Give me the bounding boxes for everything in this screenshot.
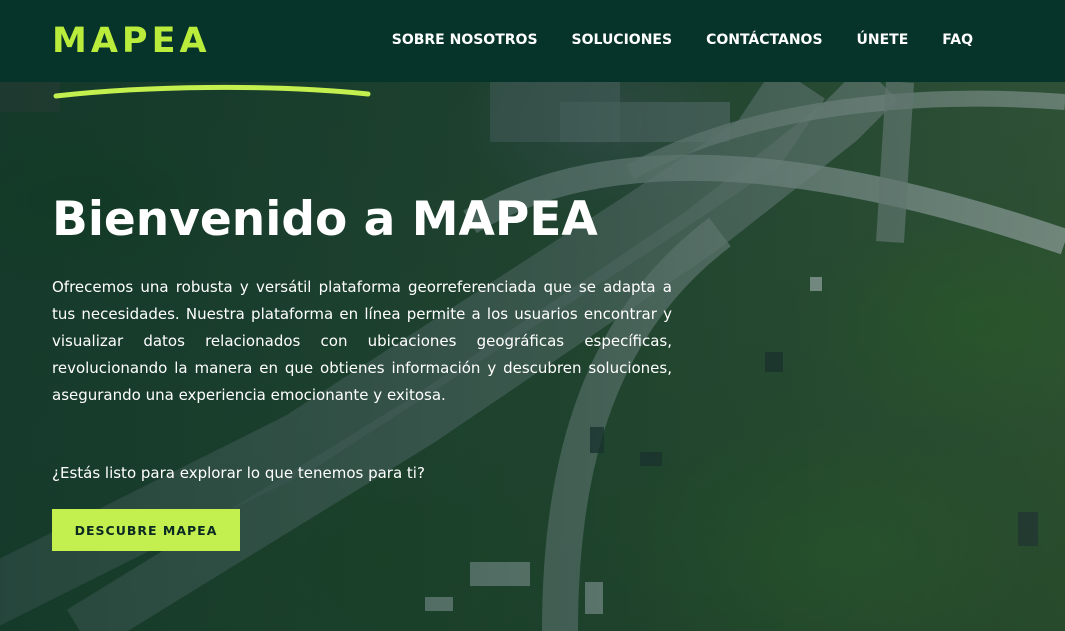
nav-link-faq[interactable]: FAQ	[942, 32, 973, 48]
hero-question: ¿Estás listo para explorar lo que tenemo…	[52, 464, 425, 482]
main-nav: SOBRE NOSOTROS SOLUCIONES CONTÁCTANOS ÚN…	[358, 32, 973, 48]
nav-link-sobre-nosotros[interactable]: SOBRE NOSOTROS	[392, 32, 538, 48]
hero-description: Ofrecemos una robusta y versátil platafo…	[52, 278, 672, 404]
title-underline-decoration	[53, 84, 371, 99]
nav-link-soluciones[interactable]: SOLUCIONES	[572, 32, 673, 48]
mapea-logo[interactable]: MAPEA	[52, 24, 211, 59]
hero-section: Bienvenido a MAPEA Ofrecemos una robusta…	[0, 82, 1065, 631]
nav-link-unete[interactable]: ÚNETE	[857, 32, 909, 48]
descubre-mapea-button[interactable]: DESCUBRE MAPEA	[52, 509, 240, 551]
nav-link-contactanos[interactable]: CONTÁCTANOS	[706, 32, 822, 48]
site-header: MAPEA SOBRE NOSOTROS SOLUCIONES CONTÁCTA…	[0, 0, 1065, 82]
hero-title: Bienvenido a MAPEA	[52, 192, 598, 247]
